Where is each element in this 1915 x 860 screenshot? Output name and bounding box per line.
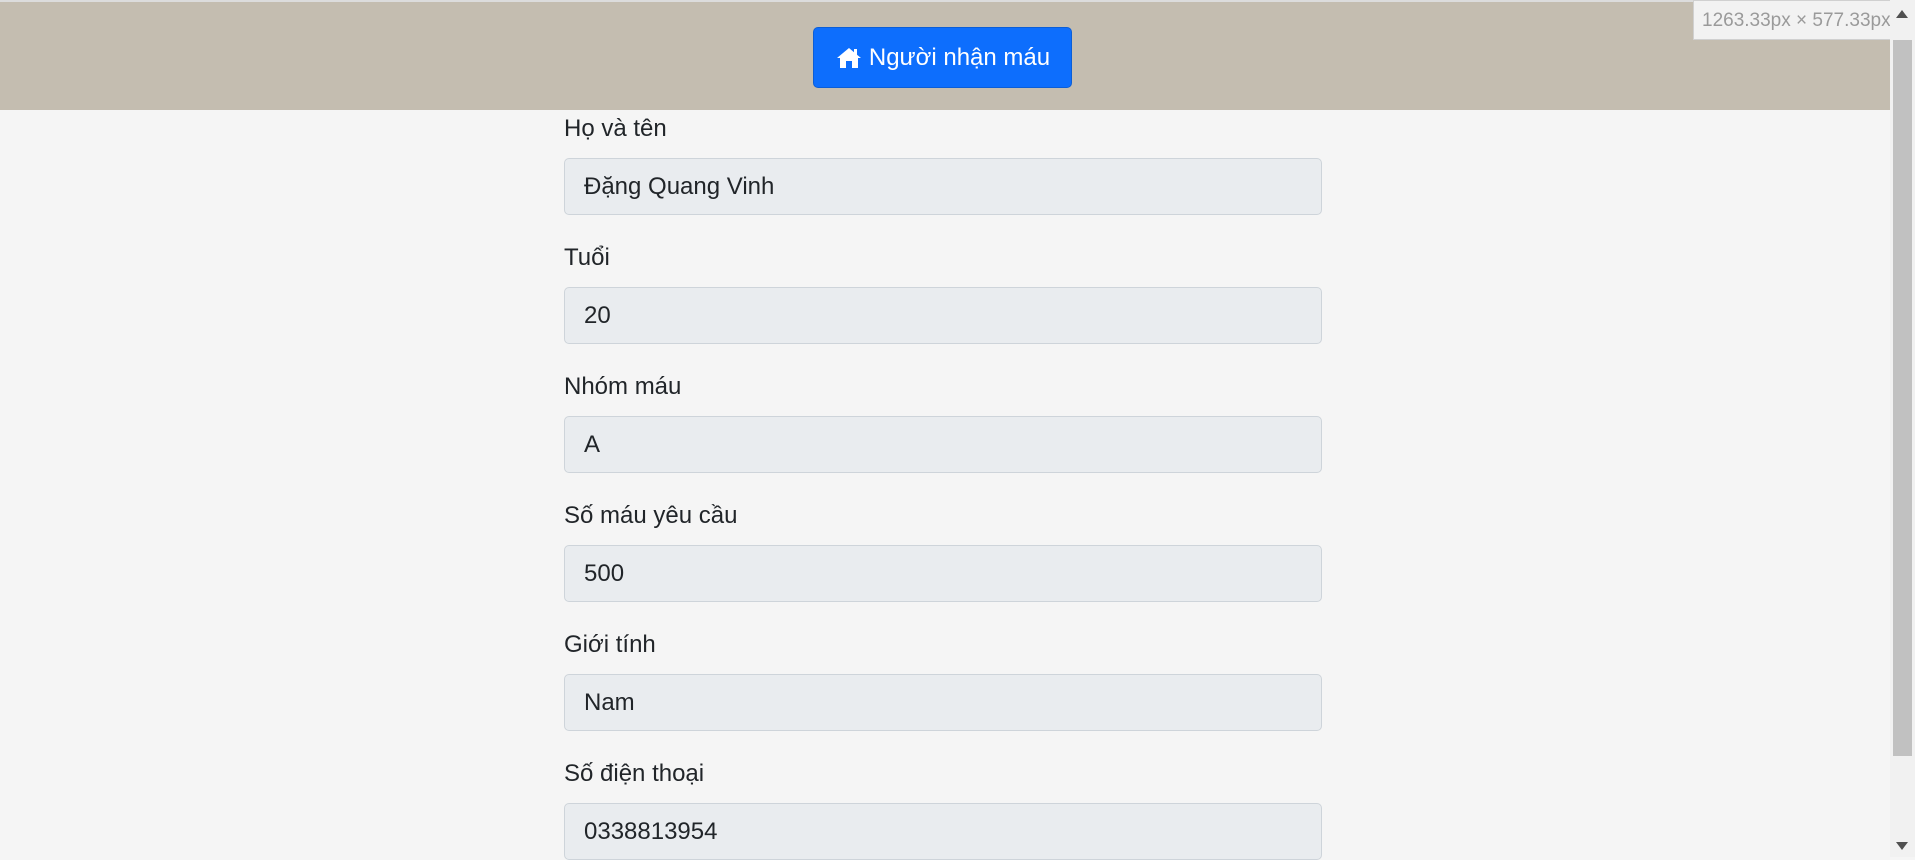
recipient-home-button[interactable]: Người nhận máu [813, 27, 1072, 88]
recipient-home-button-label: Người nhận máu [868, 43, 1051, 71]
gender-label: Giới tính [564, 631, 656, 658]
blood-group-input[interactable]: A [564, 416, 1322, 473]
age-label: Tuổi [564, 244, 610, 271]
phone-label: Số điện thoại [564, 760, 705, 787]
home-icon [835, 46, 863, 70]
age-input[interactable]: 20 [564, 287, 1322, 344]
requested-amount-input[interactable]: 500 [564, 545, 1322, 602]
viewport-size-tooltip: 1263.33px × 577.33px [1693, 0, 1909, 40]
header-bar: Người nhận máu [0, 2, 1890, 110]
scroll-down-arrow-icon[interactable] [1896, 842, 1908, 850]
phone-input[interactable]: 0338813954 [564, 803, 1322, 860]
scrollbar-thumb[interactable] [1893, 40, 1912, 756]
vertical-scrollbar[interactable] [1890, 0, 1915, 857]
requested-amount-label: Số máu yêu cầu [564, 502, 738, 529]
full-name-input[interactable]: Đặng Quang Vinh [564, 158, 1322, 215]
full-name-label: Họ và tên [564, 115, 667, 142]
blood-group-label: Nhóm máu [564, 373, 682, 400]
gender-input[interactable]: Nam [564, 674, 1322, 731]
scroll-up-arrow-icon[interactable] [1896, 10, 1908, 18]
